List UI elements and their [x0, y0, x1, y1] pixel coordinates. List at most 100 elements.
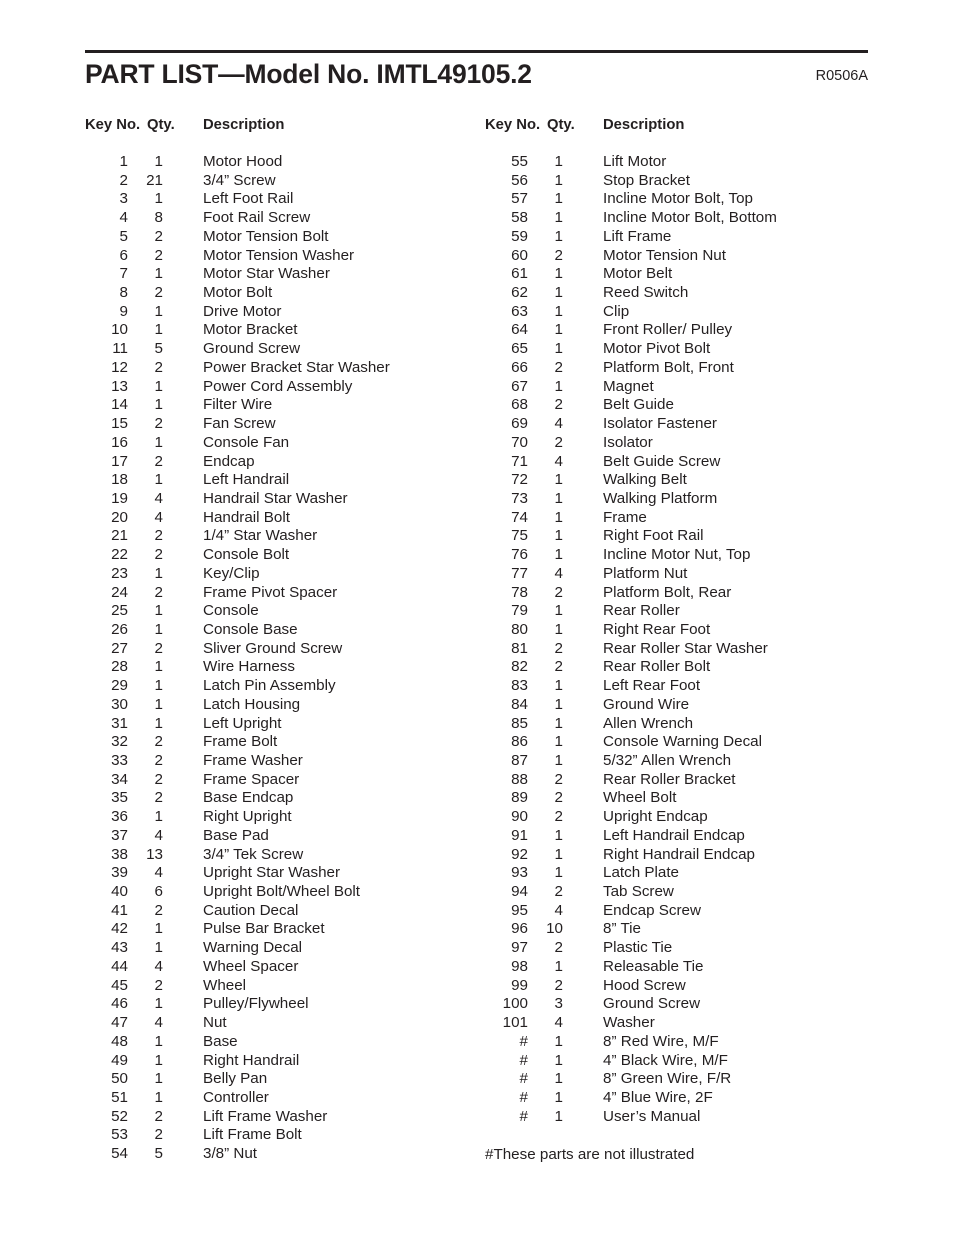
cell-description: Plastic Tie [603, 939, 673, 957]
cell-key-no: 38 [111, 845, 128, 863]
cell-description: Rear Roller Bolt [603, 658, 711, 676]
cell-qty: 1 [554, 957, 563, 975]
cell-description: Frame Washer [203, 752, 303, 769]
cell-description: Filter Wire [203, 396, 273, 414]
cell-key-no: 66 [511, 358, 528, 376]
header-description: Description [603, 117, 685, 133]
cell-qty: 2 [554, 246, 563, 264]
cell-key-no: 42 [111, 920, 128, 938]
cell-key-no: 46 [111, 995, 128, 1013]
cell-key-no: 75 [511, 527, 528, 545]
cell-qty: 1 [554, 602, 563, 620]
cell-qty: 4 [154, 864, 163, 882]
cell-key-no: 76 [511, 546, 528, 564]
cell-qty: 2 [154, 752, 163, 769]
cell-qty: 1 [554, 209, 563, 227]
cell-description: Lift Frame Washer [203, 1107, 328, 1125]
cell-description: 5/32” Allen Wrench [603, 752, 732, 769]
cell-key-no: 101 [502, 1014, 528, 1032]
cell-description: Right Handrail Endcap [603, 845, 755, 863]
cell-description: Platform Bolt, Front [603, 358, 734, 376]
cell-description: Incline Motor Nut, Top [603, 546, 751, 564]
cell-qty: 1 [154, 321, 163, 339]
cell-description: Wheel Spacer [203, 957, 299, 975]
cell-description: 4” Black Wire, M/F [603, 1051, 728, 1069]
cell-qty: 1 [554, 227, 563, 245]
cell-description: 4” Blue Wire, 2F [603, 1088, 713, 1106]
cell-description: Rear Roller Star Washer [603, 639, 768, 657]
cell-description: Motor Tension Nut [603, 246, 726, 264]
cell-qty: 5 [154, 340, 163, 358]
cell-description: Belly Pan [203, 1070, 268, 1088]
cell-qty: 2 [154, 639, 163, 657]
cell-key-no: 8 [119, 284, 128, 302]
cell-key-no: 73 [511, 489, 528, 507]
cell-description: Console Bolt [203, 546, 290, 564]
cell-description: Fan Screw [203, 415, 276, 433]
cell-qty: 4 [554, 564, 563, 582]
cell-key-no: # [519, 1107, 528, 1125]
cell-key-no: 23 [111, 564, 128, 582]
cell-qty: 2 [554, 433, 563, 451]
cell-key-no: 51 [111, 1088, 128, 1106]
cell-qty: 1 [154, 564, 163, 582]
cell-key-no: 49 [111, 1051, 128, 1069]
cell-key-no: 59 [511, 227, 528, 245]
cell-key-no: 31 [111, 714, 128, 732]
cell-qty: 2 [154, 1107, 163, 1125]
cell-key-no: 47 [111, 1014, 128, 1032]
cell-key-no: 22 [111, 546, 128, 564]
cell-description: Latch Pin Assembly [203, 677, 336, 695]
cell-qty: 4 [554, 901, 563, 919]
cell-key-no: 89 [511, 789, 528, 807]
cell-key-no: 9 [119, 302, 128, 320]
cell-description: Left Rear Foot [603, 677, 701, 695]
cell-key-no: 19 [111, 489, 128, 507]
header-qty: Qty. [147, 117, 175, 133]
cell-key-no: 21 [111, 527, 128, 545]
cell-qty: 21 [146, 171, 163, 189]
cell-description: Left Handrail [203, 471, 290, 489]
cell-key-no: 80 [511, 620, 528, 638]
cell-key-no: 58 [511, 209, 528, 227]
cell-key-no: 64 [511, 321, 528, 339]
cell-qty: 2 [154, 976, 163, 994]
header-title-row: PART LIST—Model No. IMTL49105.2 R0506A [85, 53, 868, 99]
cell-qty: 1 [554, 695, 563, 713]
cell-qty: 2 [554, 358, 563, 376]
cell-key-no: 71 [511, 452, 528, 470]
cell-key-no: 39 [111, 864, 128, 882]
cell-key-no: 88 [511, 770, 528, 788]
header-key-no: Key No. [85, 117, 141, 133]
cell-key-no: 92 [511, 845, 528, 863]
cell-qty: 1 [554, 1051, 563, 1069]
cell-qty: 2 [554, 883, 563, 901]
cell-key-no: 65 [511, 340, 528, 358]
cell-key-no: 56 [511, 171, 528, 189]
cell-key-no: 32 [111, 733, 128, 751]
cell-qty: 1 [554, 508, 563, 526]
cell-description: 8” Tie [603, 920, 641, 938]
cell-qty: 2 [154, 527, 163, 545]
cell-qty: 1 [554, 1088, 563, 1106]
cell-key-no: 79 [511, 602, 528, 620]
cell-key-no: 7 [119, 265, 128, 283]
cell-description: Lift Motor [603, 153, 667, 170]
cell-key-no: 87 [511, 752, 528, 769]
cell-key-no: 91 [511, 826, 528, 844]
cell-description: Console Fan [203, 433, 290, 451]
cell-description: Rear Roller [603, 602, 680, 620]
cell-qty: 1 [154, 939, 163, 957]
cell-key-no: 40 [111, 883, 128, 901]
cell-description: Handrail Bolt [203, 508, 290, 526]
cell-qty: 2 [154, 546, 163, 564]
cell-description: Wheel Bolt [603, 789, 677, 807]
cell-qty: 1 [554, 527, 563, 545]
cell-key-no: 82 [511, 658, 528, 676]
cell-qty: 4 [154, 489, 163, 507]
cell-qty: 1 [554, 265, 563, 283]
cell-key-no: 28 [111, 658, 128, 676]
cell-qty: 8 [154, 209, 163, 227]
cell-qty: 10 [546, 920, 563, 938]
cell-key-no: 90 [511, 808, 528, 826]
